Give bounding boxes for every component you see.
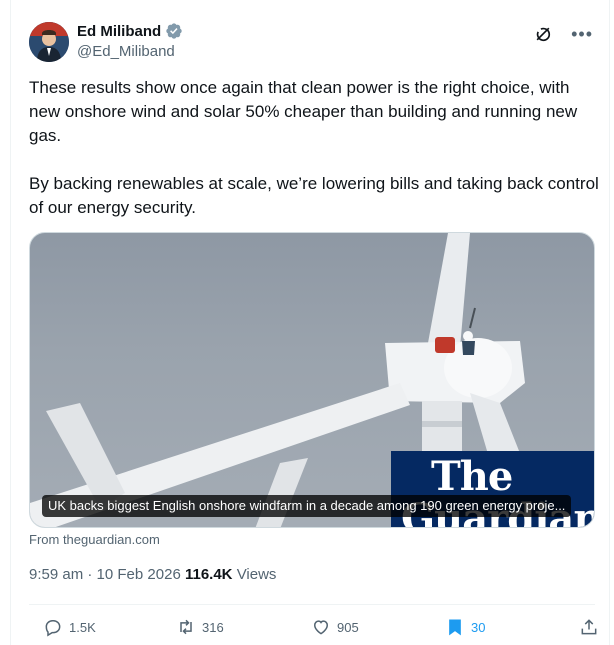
tweet-paragraph: These results show once again that clean… (29, 78, 578, 145)
like-count: 905 (337, 619, 359, 635)
author-handle[interactable]: @Ed_Miliband (77, 43, 175, 60)
bookmark-button[interactable]: 30 (445, 617, 485, 637)
link-source[interactable]: From theguardian.com (29, 532, 160, 547)
author-name-row: Ed Miliband (77, 22, 183, 40)
share-button[interactable] (579, 617, 599, 637)
guardian-logo-line: The (431, 453, 513, 500)
share-icon (581, 619, 597, 635)
tweet-text: These results show once again that clean… (29, 76, 601, 244)
verified-badge-icon (166, 23, 182, 39)
bookmark-count: 30 (471, 619, 486, 635)
like-button[interactable]: 905 (311, 617, 359, 637)
views-count: 116.4K (184, 566, 233, 583)
more-options-icon[interactable]: ••• (571, 25, 593, 43)
link-card-title[interactable]: UK backs biggest English onshore windfar… (42, 495, 572, 517)
tweet-actions: 1.5K 316 905 30 (29, 612, 597, 642)
reply-count: 1.5K (69, 619, 96, 635)
reply-button[interactable]: 1.5K (43, 617, 96, 637)
tweet-paragraph: By backing renewables at scale, we’re lo… (29, 174, 599, 217)
repost-icon (180, 619, 192, 635)
author-name[interactable]: Ed Miliband (77, 23, 161, 40)
meta-separator: · (83, 566, 97, 583)
bookmark-icon (449, 619, 461, 636)
views-label: Views (236, 566, 277, 583)
tweet-top-actions: ••• (533, 24, 593, 44)
repost-button[interactable]: 316 (176, 617, 224, 637)
divider (29, 604, 595, 605)
reply-icon (45, 620, 61, 637)
author-avatar[interactable] (29, 22, 69, 62)
grok-icon[interactable] (533, 24, 553, 44)
repost-count: 316 (202, 619, 224, 635)
tweet-date[interactable]: 10 Feb 2026 (97, 566, 181, 583)
heart-icon (313, 620, 329, 635)
tweet-card[interactable]: Ed Miliband @Ed_Miliband ••• These resul… (10, 0, 610, 645)
tweet-meta: 9:59 am · 10 Feb 2026 116.4K Views (29, 566, 276, 583)
tweet-time[interactable]: 9:59 am (29, 566, 83, 583)
link-card-media[interactable]: The Guardian UK backs biggest English on… (29, 232, 595, 528)
